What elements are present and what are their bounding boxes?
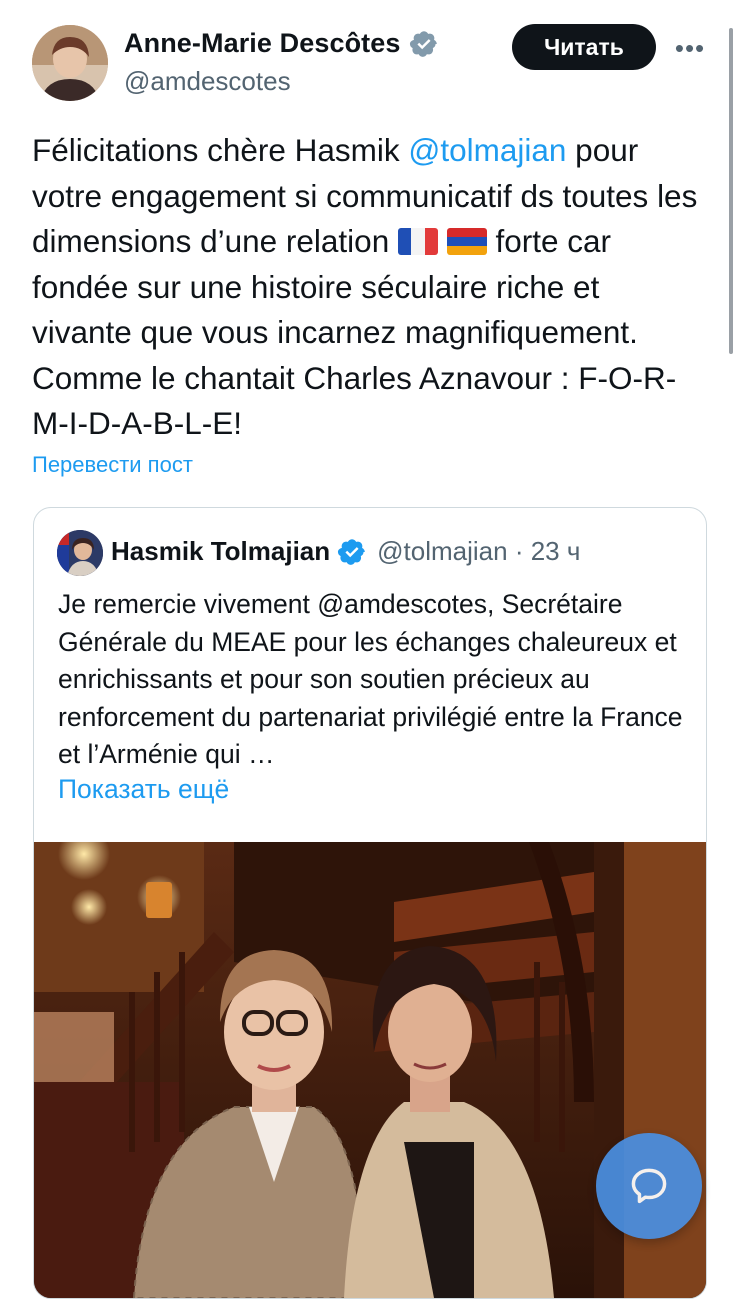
tweet-text: Félicitations chère Hasmik @tolmajian po… (32, 128, 702, 447)
follow-button[interactable]: Читать (512, 24, 656, 70)
flag-armenia-icon (446, 228, 487, 255)
compose-chat-button[interactable] (596, 1133, 702, 1239)
flag-france-icon (397, 228, 438, 255)
verified-badge-icon (409, 30, 437, 57)
tweet-header: Anne-Marie Descôtes @amdescotes Читать •… (0, 0, 739, 110)
quoted-name-row: Hasmik Tolmajian @tolmajian · 23 ч (111, 536, 580, 567)
author-name-row: Anne-Marie Descôtes (124, 28, 439, 59)
translate-post-link[interactable]: Перевести пост (32, 452, 193, 478)
quoted-photo[interactable] (34, 842, 706, 1298)
verified-badge-icon (338, 538, 365, 565)
quoted-handle-time: @tolmajian · 23 ч (377, 536, 581, 566)
author-handle[interactable]: @amdescotes (124, 66, 291, 97)
mention-link[interactable]: @tolmajian (408, 132, 566, 168)
quoted-author-avatar[interactable] (57, 530, 103, 576)
author-name[interactable]: Anne-Marie Descôtes (124, 28, 401, 59)
tweet-text-part: Félicitations chère Hasmik (32, 132, 409, 168)
more-options-icon[interactable]: ••• (672, 30, 708, 66)
show-more-link[interactable]: Показать ещё (58, 774, 229, 805)
quoted-author-name[interactable]: Hasmik Tolmajian (111, 536, 330, 567)
author-avatar[interactable] (32, 25, 108, 101)
chat-bubble-icon (631, 1168, 667, 1204)
quoted-text: Je remercie vivement @amdescotes, Secrét… (58, 589, 683, 769)
scrollbar[interactable] (729, 28, 733, 354)
